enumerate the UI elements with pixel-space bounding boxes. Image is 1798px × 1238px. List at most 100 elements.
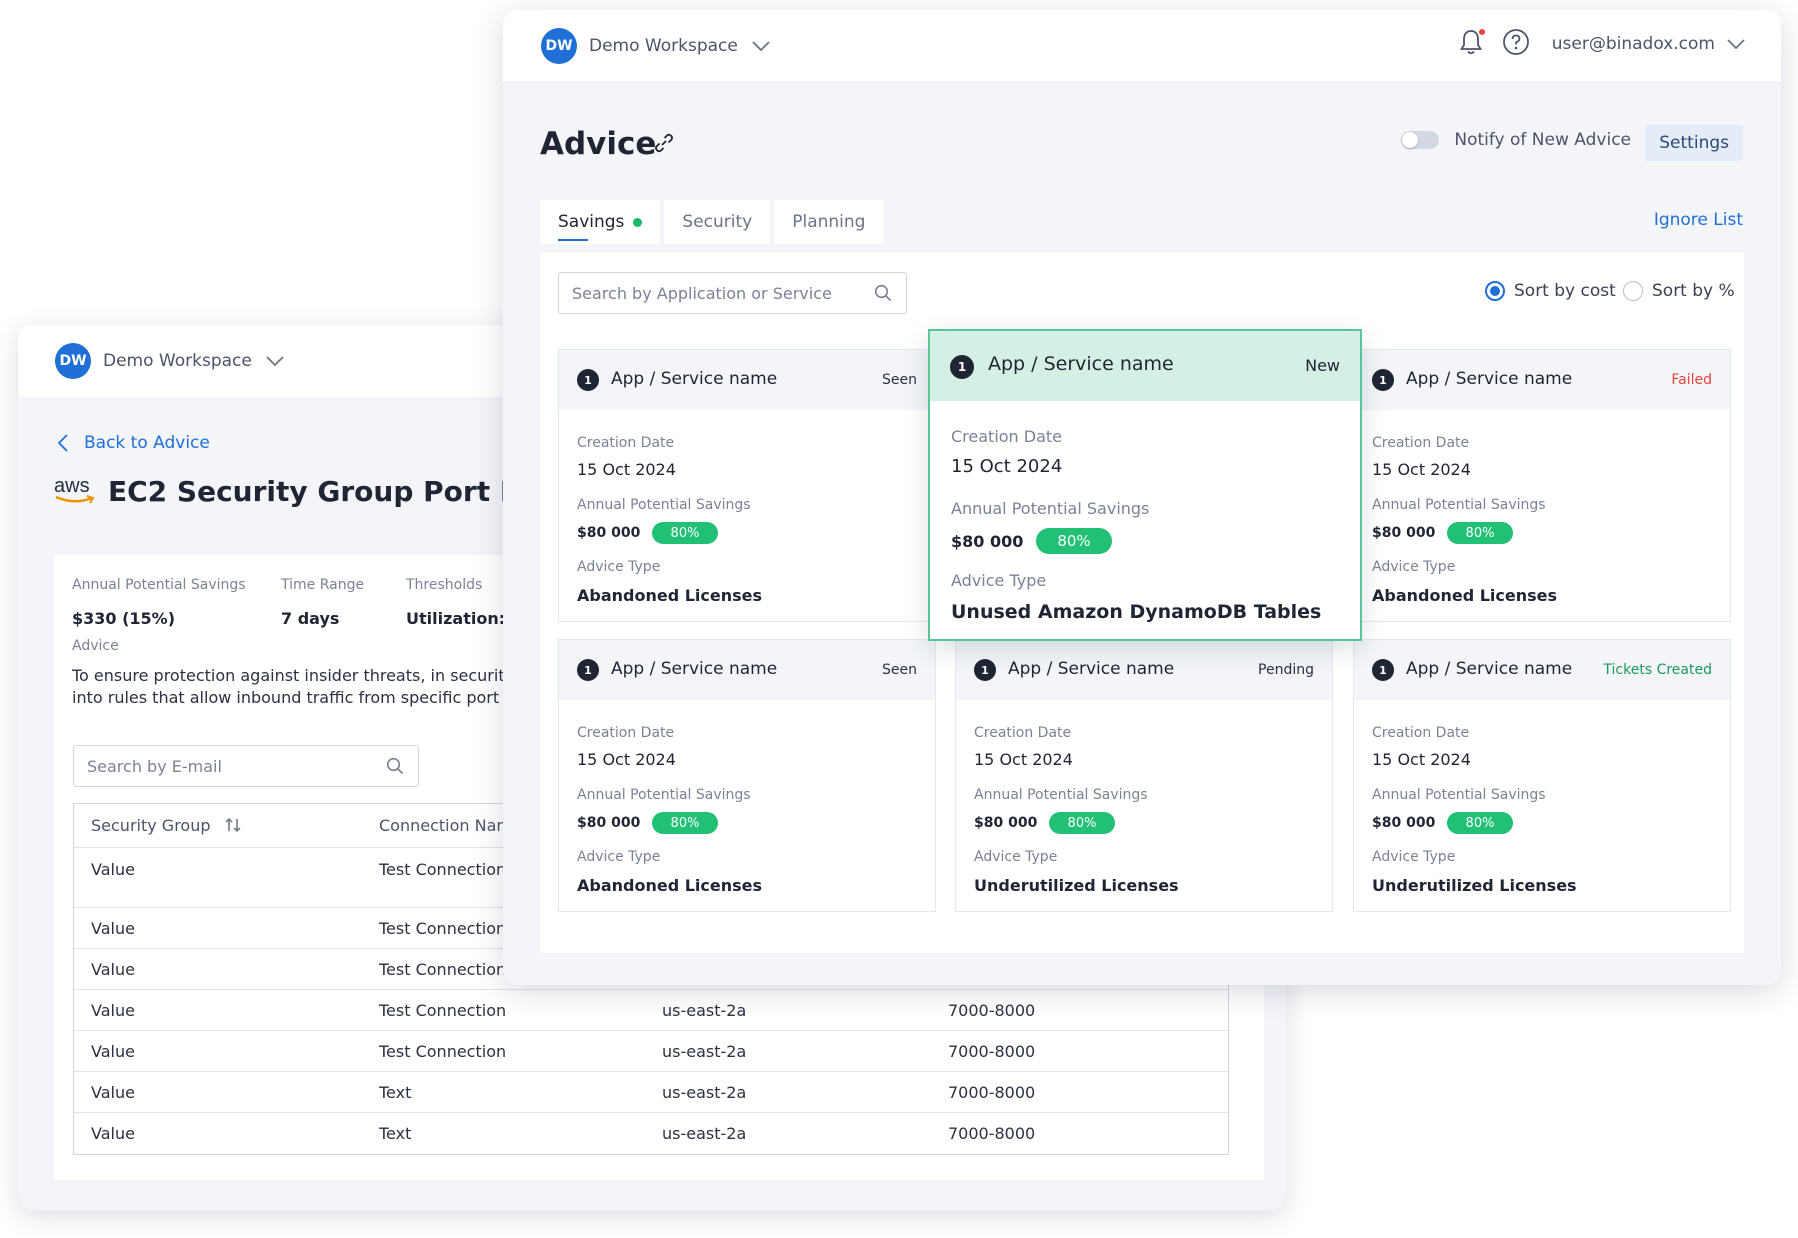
workspace-name: Demo Workspace bbox=[103, 351, 252, 371]
new-indicator-dot bbox=[633, 217, 643, 227]
advice-tabs: Savings Security Planning bbox=[540, 200, 887, 244]
cell-port-range: 7000-8000 bbox=[948, 1042, 1036, 1061]
card-status: Pending bbox=[1258, 662, 1314, 678]
sort-icon[interactable] bbox=[224, 817, 242, 833]
table-row[interactable]: Value Text us-east-2a 7000-8000 bbox=[74, 1072, 1228, 1113]
workspace-name: Demo Workspace bbox=[589, 36, 738, 56]
cell-zone: us-east-2a bbox=[662, 1001, 747, 1020]
advice-card[interactable]: 1 App / Service name Failed Creation Dat… bbox=[1353, 349, 1731, 622]
card-app-name: App / Service name bbox=[611, 369, 778, 389]
sort-by-percent-option[interactable]: Sort by % bbox=[1623, 281, 1735, 301]
ignore-list-link[interactable]: Ignore List bbox=[1654, 210, 1743, 230]
cell-security-group: Value bbox=[91, 960, 135, 979]
user-email[interactable]: user@binadox.com bbox=[1552, 34, 1715, 54]
user-area: user@binadox.com bbox=[1458, 28, 1745, 60]
cell-connection: Text bbox=[379, 1083, 412, 1102]
tab-security[interactable]: Security bbox=[664, 200, 771, 244]
advice-type-value: Abandoned Licenses bbox=[577, 586, 763, 605]
email-search-placeholder: Search by E-mail bbox=[87, 756, 222, 776]
annual-savings-value: $80 000 bbox=[577, 815, 641, 831]
advice-type-value: Underutilized Licenses bbox=[974, 876, 1179, 895]
annual-savings-value: $80 000 bbox=[577, 525, 641, 541]
cell-connection: Test Connection bbox=[379, 860, 507, 879]
table-row[interactable]: Value Test Connection us-east-2a 7000-80… bbox=[74, 1031, 1228, 1072]
cell-connection: Test Connection bbox=[379, 1042, 507, 1061]
advice-card-highlighted[interactable]: 1 App / Service name New Creation Date 1… bbox=[928, 329, 1362, 641]
help-icon[interactable] bbox=[1502, 28, 1530, 60]
advice-type-label: Advice Type bbox=[974, 849, 1058, 865]
advice-card[interactable]: 1 App / Service name Seen Creation Date … bbox=[558, 639, 936, 912]
cell-security-group: Value bbox=[91, 1124, 135, 1143]
card-rank-badge: 1 bbox=[1372, 369, 1394, 391]
creation-date-label: Creation Date bbox=[1372, 435, 1470, 451]
annual-savings-value: $80 000 bbox=[1372, 815, 1436, 831]
creation-date-label: Creation Date bbox=[974, 725, 1072, 741]
chevron-down-icon[interactable] bbox=[1727, 39, 1745, 49]
notification-dot bbox=[1477, 28, 1486, 36]
annual-savings-label: Annual Potential Savings bbox=[974, 787, 1148, 803]
advice-type-label: Advice Type bbox=[951, 571, 1047, 590]
advice-type-value: Abandoned Licenses bbox=[1372, 586, 1558, 605]
workspace-avatar: DW bbox=[55, 343, 91, 379]
creation-date-value: 15 Oct 2024 bbox=[1372, 750, 1471, 769]
tab-savings[interactable]: Savings bbox=[540, 200, 661, 244]
advice-type-label: Advice Type bbox=[577, 559, 661, 575]
application-search-placeholder: Search by Application or Service bbox=[572, 283, 832, 303]
settings-button[interactable]: Settings bbox=[1645, 125, 1743, 161]
cell-port-range: 7000-8000 bbox=[948, 1083, 1036, 1102]
advice-type-value: Unused Amazon DynamoDB Tables bbox=[951, 601, 1322, 623]
bell-icon[interactable] bbox=[1458, 28, 1486, 60]
link-icon[interactable] bbox=[653, 132, 675, 154]
annual-savings-value: $80 000 bbox=[1372, 525, 1436, 541]
cell-security-group: Value bbox=[91, 860, 135, 879]
card-status: New bbox=[1305, 356, 1340, 375]
notify-new-advice[interactable]: Notify of New Advice bbox=[1401, 130, 1631, 150]
card-app-name: App / Service name bbox=[611, 659, 778, 679]
advice-type-label: Advice Type bbox=[1372, 559, 1456, 575]
creation-date-value: 15 Oct 2024 bbox=[951, 456, 1063, 477]
creation-date-label: Creation Date bbox=[577, 435, 675, 451]
creation-date-label: Creation Date bbox=[1372, 725, 1470, 741]
workspace-switcher[interactable]: DW Demo Workspace bbox=[541, 28, 770, 64]
back-to-advice-link[interactable]: Back to Advice bbox=[58, 433, 210, 453]
column-header-security-group[interactable]: Security Group bbox=[91, 816, 242, 835]
cell-connection: Test Connection bbox=[379, 1001, 507, 1020]
creation-date-value: 15 Oct 2024 bbox=[577, 750, 676, 769]
card-rank-badge: 1 bbox=[950, 355, 974, 379]
table-row[interactable]: Value Test Connection us-east-2a 7000-80… bbox=[74, 990, 1228, 1031]
table-row[interactable]: Value Text us-east-2a 7000-8000 bbox=[74, 1113, 1228, 1154]
annual-savings-value: $80 000 bbox=[951, 532, 1024, 551]
notify-label: Notify of New Advice bbox=[1454, 130, 1631, 150]
card-app-name: App / Service name bbox=[1406, 659, 1573, 679]
card-app-name: App / Service name bbox=[1008, 659, 1175, 679]
cell-zone: us-east-2a bbox=[662, 1124, 747, 1143]
cell-security-group: Value bbox=[91, 1042, 135, 1061]
aws-logo: aws bbox=[54, 475, 98, 507]
time-range-value: 7 days bbox=[281, 609, 340, 628]
cell-connection: Test Connection bbox=[379, 960, 507, 979]
notify-toggle[interactable] bbox=[1401, 131, 1440, 149]
advice-card[interactable]: 1 App / Service name Tickets Created Cre… bbox=[1353, 639, 1731, 912]
annual-savings-label: Annual Potential Savings bbox=[1372, 497, 1546, 513]
cell-zone: us-east-2a bbox=[662, 1083, 747, 1102]
sort-by-cost-option[interactable]: Sort by cost bbox=[1485, 281, 1616, 301]
creation-date-value: 15 Oct 2024 bbox=[1372, 460, 1471, 479]
savings-percent-badge: 80% bbox=[652, 812, 718, 834]
column-header-connection-name[interactable]: Connection Nam bbox=[379, 816, 512, 835]
annual-savings-label: Annual Potential Savings bbox=[577, 787, 751, 803]
advice-list-window: DW Demo Workspace user@binadox.com Advic… bbox=[503, 10, 1781, 985]
advice-type-value: Underutilized Licenses bbox=[1372, 876, 1577, 895]
workspace-switcher[interactable]: DW Demo Workspace bbox=[55, 343, 284, 379]
tab-planning[interactable]: Planning bbox=[774, 200, 884, 244]
advice-card[interactable]: 1 App / Service name Pending Creation Da… bbox=[955, 639, 1333, 912]
savings-percent-badge: 80% bbox=[1036, 528, 1112, 554]
search-icon bbox=[386, 757, 404, 775]
cell-security-group: Value bbox=[91, 919, 135, 938]
sort-by-percent-radio[interactable] bbox=[1623, 281, 1643, 301]
advice-title-row: aws EC2 Security Group Port Rang bbox=[54, 475, 580, 509]
sort-by-cost-radio[interactable] bbox=[1485, 281, 1505, 301]
email-search-input[interactable]: Search by E-mail bbox=[73, 745, 419, 787]
creation-date-label: Creation Date bbox=[577, 725, 675, 741]
application-search-input[interactable]: Search by Application or Service bbox=[558, 272, 907, 314]
advice-card[interactable]: 1 App / Service name Seen Creation Date … bbox=[558, 349, 936, 622]
